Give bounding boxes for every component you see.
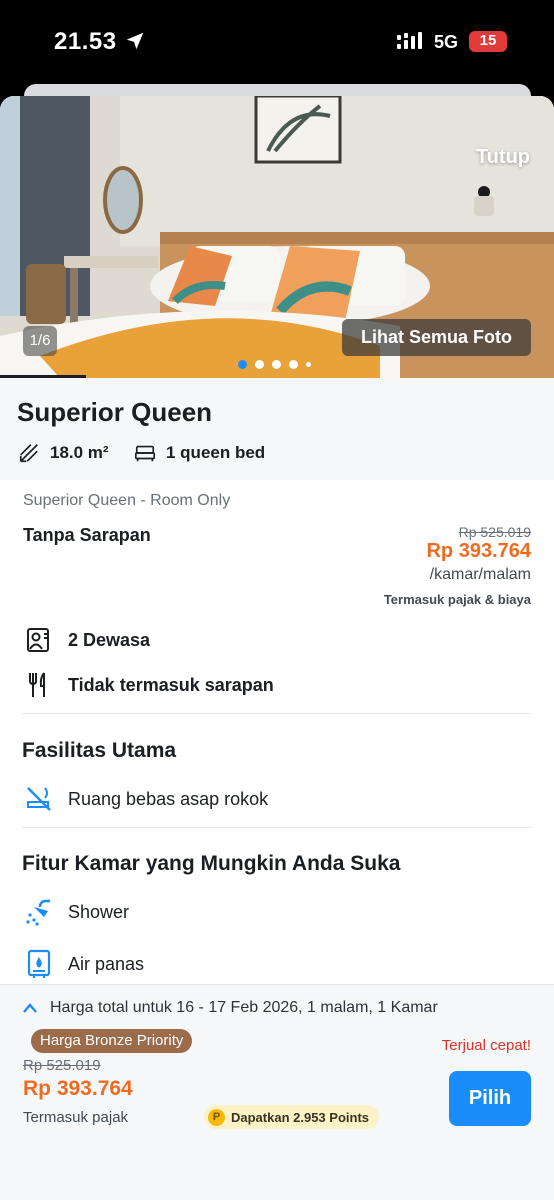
carousel-dot[interactable]	[272, 359, 281, 369]
facility-item: Ruang bebas asap rokok	[24, 784, 268, 814]
feature-item: Air panas	[24, 949, 144, 979]
bed-icon	[135, 445, 155, 462]
location-arrow-icon	[126, 32, 144, 50]
total-final-price: Rp 393.764	[23, 1077, 133, 1100]
booking-bar: Harga total untuk 16 - 17 Feb 2026, 1 ma…	[0, 984, 554, 1200]
feature-label: Air panas	[68, 953, 145, 974]
carousel-dot[interactable]	[255, 359, 264, 369]
choose-button[interactable]: Pilih	[449, 1071, 531, 1126]
rate-tax-note: Termasuk pajak & biaya	[383, 592, 531, 607]
guests-icon	[27, 628, 49, 652]
room-header: Superior Queen 18.0 m² 1 queen bed	[0, 378, 554, 480]
room-bed: 1 queen bed	[134, 442, 265, 464]
chevron-up-icon	[23, 1003, 37, 1013]
room-detail-sheet: Tutup 1/6 Lihat Semua Foto Superior Quee…	[0, 96, 554, 1200]
feature-item: Shower	[24, 897, 129, 927]
divider	[22, 713, 532, 714]
carousel-dot[interactable]	[306, 361, 311, 367]
shower-icon	[26, 899, 50, 926]
total-label: Harga total untuk 16 - 17 Feb 2026, 1 ma…	[50, 999, 438, 1016]
water-heater-icon	[27, 949, 51, 978]
close-button[interactable]: Tutup	[476, 146, 530, 169]
no-smoking-icon	[27, 787, 51, 811]
points-label: Dapatkan 2.953 Points	[231, 1109, 369, 1125]
battery-icon: 15	[469, 31, 507, 52]
carousel-dots	[238, 359, 311, 369]
carousel-dot[interactable]	[238, 359, 247, 369]
priority-badge: Harga Bronze Priority	[31, 1029, 193, 1053]
status-bar: 21.53 5G 15	[0, 0, 554, 84]
total-original-price: Rp 525.019	[23, 1057, 101, 1074]
room-photo-carousel[interactable]: Tutup 1/6 Lihat Semua Foto	[0, 96, 554, 378]
battery-level: 15	[479, 32, 497, 49]
cutlery-icon	[29, 672, 45, 697]
total-tax-note: Termasuk pajak	[23, 1109, 129, 1126]
room-size-value: 18.0 m²	[50, 443, 109, 462]
points-coin-icon: P	[208, 1108, 225, 1126]
breakfast-label: Tidak termasuk sarapan	[68, 674, 274, 695]
divider	[22, 827, 532, 828]
breakfast-item: Tidak termasuk sarapan	[24, 670, 274, 700]
carousel-dot[interactable]	[289, 359, 298, 369]
see-all-photos-button[interactable]: Lihat Semua Foto	[342, 319, 531, 356]
photo-counter: 1/6	[23, 326, 57, 356]
signal-icon	[397, 32, 422, 49]
rate-final-price: Rp 393.764	[426, 540, 531, 562]
guests-label: 2 Dewasa	[68, 629, 151, 650]
rate-name: Superior Queen - Room Only	[23, 492, 231, 509]
room-title: Superior Queen	[17, 397, 213, 427]
sold-fast-label: Terjual cepat!	[441, 1037, 531, 1054]
room-size-icon	[19, 444, 38, 463]
facility-label: Ruang bebas asap rokok	[68, 788, 269, 809]
feature-label: Shower	[68, 901, 130, 922]
features-title: Fitur Kamar yang Mungkin Anda Suka	[22, 852, 401, 875]
price-breakdown-toggle[interactable]: Harga total untuk 16 - 17 Feb 2026, 1 ma…	[22, 999, 438, 1017]
room-bed-value: 1 queen bed	[166, 443, 266, 462]
clock: 21.53	[54, 28, 117, 55]
network-type: 5G	[434, 32, 459, 52]
facilities-title: Fasilitas Utama	[22, 739, 177, 762]
occupancy-item: 2 Dewasa	[24, 625, 150, 655]
points-badge: P Dapatkan 2.953 Points	[204, 1105, 379, 1129]
room-size: 18.0 m²	[18, 442, 109, 464]
rate-unit: /kamar/malam	[429, 566, 531, 583]
rate-meal: Tanpa Sarapan	[23, 525, 151, 545]
rate-original-price: Rp 525.019	[458, 524, 531, 540]
